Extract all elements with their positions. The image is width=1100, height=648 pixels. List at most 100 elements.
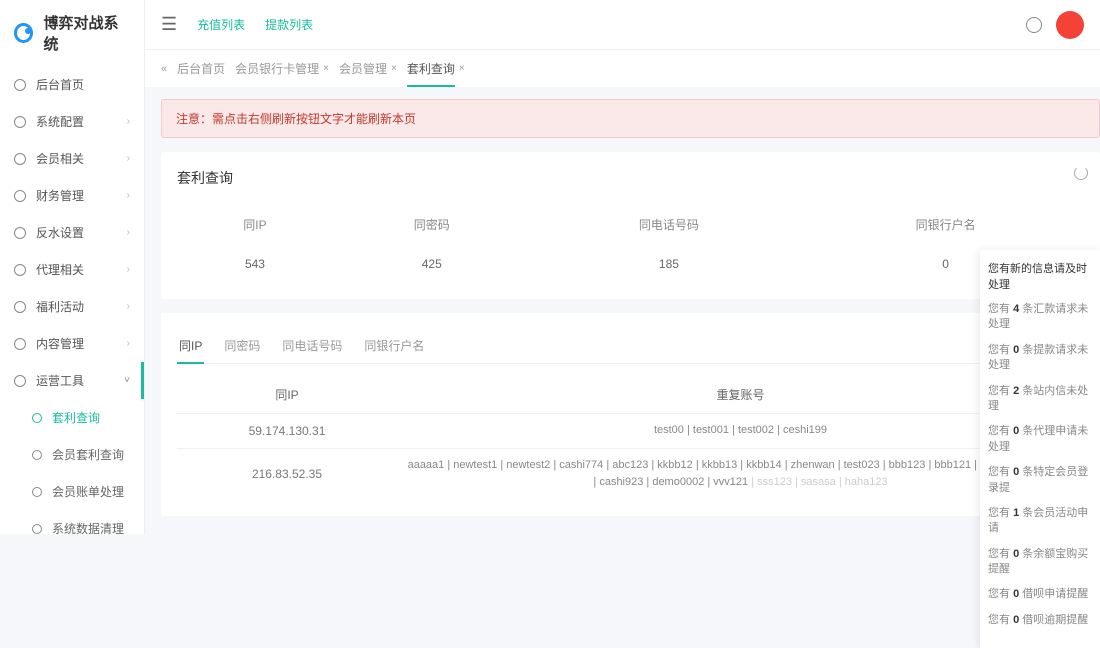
chevron-icon: ›	[127, 264, 130, 275]
summary-value: 185	[531, 245, 808, 283]
breadcrumb: « 后台首页 会员银行卡管理 × 会员管理 × 套利查询 ×	[145, 50, 1100, 87]
topbar: ☰ 充值列表 提款列表	[145, 0, 1100, 50]
notification-title: 您有新的信息请及时处理	[988, 260, 1092, 292]
close-icon[interactable]: ×	[323, 63, 329, 74]
chevron-icon: ˅	[124, 375, 130, 386]
sidebar-item[interactable]: 财务管理 ›	[0, 177, 144, 214]
data-table: 同IP 重复账号 59.174.130.31test00 | test001 |…	[177, 376, 1084, 500]
menu-icon	[14, 375, 26, 387]
sidebar-item[interactable]: 后台首页	[0, 66, 144, 103]
breadcrumb-item[interactable]: 会员管理	[339, 60, 387, 77]
sidebar-subitem[interactable]: 会员账单处理	[0, 473, 144, 510]
sidebar-item[interactable]: 代理相关 ›	[0, 251, 144, 288]
menu-icon	[14, 338, 26, 350]
menu-icon	[32, 487, 42, 497]
summary-header: 同电话号码	[531, 204, 808, 245]
tab[interactable]: 同密码	[222, 329, 262, 363]
card-title: 套利查询	[177, 168, 1084, 188]
menu-label: 运营工具	[36, 372, 84, 389]
menu-icon	[14, 190, 26, 202]
breadcrumb-item[interactable]: 会员银行卡管理	[235, 60, 319, 77]
sidebar-subitem[interactable]: 系统数据清理	[0, 510, 144, 534]
chevron-icon: ›	[127, 301, 130, 312]
notification-item[interactable]: 您有 0 条提款请求未处理	[988, 343, 1092, 374]
menu-icon	[14, 79, 26, 91]
sidebar-subitem[interactable]: 会员套利查询	[0, 436, 144, 473]
tab[interactable]: 同银行户名	[362, 329, 426, 363]
language-icon[interactable]	[1026, 17, 1042, 33]
menu-label: 套利查询	[52, 409, 100, 426]
sidebar-item[interactable]: 内容管理 ›	[0, 325, 144, 362]
sidebar-item[interactable]: 运营工具 ˅	[0, 362, 144, 399]
menu-label: 后台首页	[36, 76, 84, 93]
chevron-icon: ›	[127, 227, 130, 238]
sidebar-item[interactable]: 反水设置 ›	[0, 214, 144, 251]
menu-label: 反水设置	[36, 224, 84, 241]
notification-item[interactable]: 您有 0 借呗逾期提醒	[988, 613, 1092, 628]
summary-table: 同IP同密码同电话号码同银行户名 5434251850	[177, 204, 1084, 283]
chevron-icon: ›	[127, 116, 130, 127]
detail-card: 同IP 同密码同电话号码同银行户名 同IP 重复账号 59.174.130.31t…	[161, 313, 1100, 516]
logo-icon	[14, 23, 33, 43]
tab[interactable]: 同电话号码	[280, 329, 344, 363]
sidebar-item[interactable]: 福利活动›	[0, 288, 144, 325]
cell-ip: 216.83.52.35	[177, 448, 397, 500]
menu-toggle-icon[interactable]: ☰	[161, 14, 177, 35]
sidebar-subitem[interactable]: 套利查询	[0, 399, 144, 436]
chevron-icon: ›	[127, 338, 130, 349]
refresh-icon[interactable]	[1074, 166, 1088, 180]
close-icon[interactable]: ×	[391, 63, 397, 74]
alert-banner: 注意：需点击右侧刷新按钮文字才能刷新本页	[161, 99, 1100, 138]
logo: 博弈对战系统	[0, 0, 144, 66]
menu-icon	[14, 227, 26, 239]
app-name: 博弈对战系统	[43, 12, 130, 54]
menu-label: 代理相关	[36, 261, 84, 278]
breadcrumb-back-icon[interactable]: «	[161, 63, 167, 75]
avatar[interactable]	[1056, 11, 1084, 39]
menu-label: 会员账单处理	[52, 483, 124, 500]
summary-card: 套利查询 同IP同密码同电话号码同银行户名 5434251850	[161, 152, 1100, 299]
col-ip: 同IP	[177, 376, 397, 414]
cell-ip: 59.174.130.31	[177, 414, 397, 449]
summary-header: 同银行户名	[807, 204, 1084, 245]
menu-icon	[14, 301, 26, 313]
chevron-icon: ›	[127, 153, 130, 164]
notification-item[interactable]: 您有 4 条汇款请求未处理	[988, 302, 1092, 333]
notification-item[interactable]: 您有 0 条代理申请未处理	[988, 424, 1092, 455]
menu-label: 系统数据清理	[52, 520, 124, 534]
content: 注意：需点击右侧刷新按钮文字才能刷新本页 套利查询 同IP同密码同电话号码同银行…	[145, 87, 1100, 534]
menu-label: 会员套利查询	[52, 446, 124, 463]
menu-label: 内容管理	[36, 335, 84, 352]
menu-label: 系统配置	[36, 113, 84, 130]
menu-icon	[32, 413, 42, 423]
sidebar-item[interactable]: 系统配置 ›	[0, 103, 144, 140]
top-link-recharge[interactable]: 充值列表	[197, 16, 245, 33]
sidebar: 博弈对战系统 后台首页系统配置›会员相关›财务管理›反水设置›代理相关›福利活动…	[0, 0, 145, 534]
tab[interactable]: 同IP	[177, 329, 204, 364]
close-icon[interactable]: ×	[459, 63, 465, 74]
notification-item[interactable]: 您有 0 借呗申请提醒	[988, 587, 1092, 602]
tabs: 同IP 同密码同电话号码同银行户名	[177, 329, 1084, 364]
notification-item[interactable]: 您有 0 条余额宝购买提醒	[988, 547, 1092, 578]
table-row: 216.83.52.35aaaaa1 | newtest1 | newtest2…	[177, 448, 1084, 500]
sidebar-item[interactable]: 会员相关 ›	[0, 140, 144, 177]
table-row: 59.174.130.31test00 | test001 | test002 …	[177, 414, 1084, 449]
summary-header: 同IP	[177, 204, 333, 245]
chevron-icon: ›	[127, 190, 130, 201]
notification-item[interactable]: 您有 2 条站内信未处理	[988, 384, 1092, 415]
notification-item[interactable]: 您有 1 条会员活动申请	[988, 506, 1092, 537]
menu-icon	[14, 264, 26, 276]
main: ☰ 充值列表 提款列表 « 后台首页 会员银行卡管理 × 会员管理 × 套利查询…	[145, 0, 1100, 534]
menu-label: 财务管理	[36, 187, 84, 204]
breadcrumb-item[interactable]: 后台首页	[177, 60, 225, 77]
menu-icon	[32, 450, 42, 460]
breadcrumb-item-active[interactable]: 套利查询	[407, 60, 455, 87]
menu-label: 会员相关	[36, 150, 84, 167]
notification-panel: 您有新的信息请及时处理 您有 4 条汇款请求未处理您有 0 条提款请求未处理您有…	[980, 250, 1100, 648]
menu-icon	[14, 116, 26, 128]
notification-item[interactable]: 您有 0 条特定会员登录提	[988, 465, 1092, 496]
summary-header: 同密码	[333, 204, 531, 245]
summary-value: 543	[177, 245, 333, 283]
top-link-withdraw[interactable]: 提款列表	[265, 16, 313, 33]
menu-icon	[14, 153, 26, 165]
